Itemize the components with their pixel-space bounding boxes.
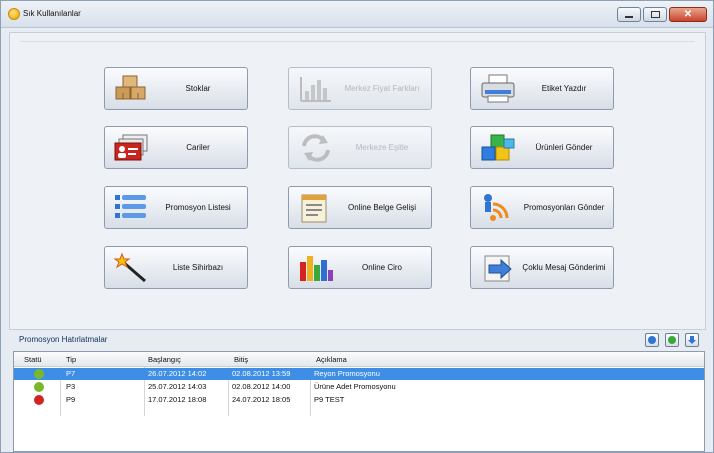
status-dot — [34, 382, 44, 392]
urunleri-gonder-button[interactable]: Ürünleri Gönder — [470, 126, 614, 169]
main-window: Sık Kullanılanlar ✕ Stoklar Cariler Prom… — [0, 0, 714, 453]
down-arrow-icon — [688, 336, 696, 344]
cell-baslangic: 17.07.2012 18:08 — [148, 395, 207, 404]
merkez-fiyat-farklari-label: Merkez Fiyat Farkları — [344, 84, 420, 93]
bar-chart-gray-icon — [300, 77, 331, 102]
window-controls: ✕ — [617, 7, 707, 22]
cell-bitis: 02.08.2012 13:59 — [232, 369, 291, 378]
minimize-icon — [625, 16, 633, 18]
cell-tip: P7 — [66, 369, 76, 378]
app-icon — [8, 8, 20, 20]
merkez-fiyat-farklari-button[interactable]: Merkez Fiyat Farkları — [288, 67, 432, 110]
cell-aciklama: Ürüne Adet Promosyonu — [314, 382, 396, 391]
header-baslangic[interactable]: Başlangıç — [148, 355, 181, 364]
urunleri-gonder-label: Ürünleri Gönder — [535, 143, 593, 152]
close-icon: ✕ — [683, 9, 693, 20]
online-belge-gelisi-label: Online Belge Gelişi — [347, 203, 417, 212]
header-tip[interactable]: Tip — [66, 355, 76, 364]
merkeze-esitle-label: Merkeze Eşitle — [355, 143, 409, 152]
promo-reminders-title: Promosyon Hatırlatmalar — [19, 335, 108, 344]
etiket-yazdir-button[interactable]: Etiket Yazdır — [470, 67, 614, 110]
stoklar-label: Stoklar — [185, 84, 211, 93]
colored-bars-icon — [300, 256, 333, 281]
cell-bitis: 24.07.2012 18:05 — [232, 395, 291, 404]
status-dot — [34, 369, 44, 379]
cell-baslangic: 25.07.2012 14:03 — [148, 382, 207, 391]
refresh-button[interactable] — [665, 333, 679, 347]
online-belge-gelisi-button[interactable]: Online Belge Gelişi — [288, 186, 432, 229]
maximize-button[interactable] — [643, 7, 667, 22]
cell-tip: P3 — [66, 382, 76, 391]
promosyon-listesi-label: Promosyon Listesi — [165, 203, 231, 212]
merkeze-esitle-button[interactable]: Merkeze Eşitle — [288, 126, 432, 169]
etiket-yazdir-label: Etiket Yazdır — [541, 84, 587, 93]
list-icon — [115, 195, 146, 218]
close-button[interactable]: ✕ — [669, 7, 707, 22]
send-arrow-icon — [484, 255, 512, 282]
table-row[interactable]: P3 25.07.2012 14:03 02.08.2012 14:00 Ürü… — [14, 381, 704, 393]
cell-baslangic: 26.07.2012 14:02 — [148, 369, 207, 378]
liste-sihirbazi-label: Liste Sihirbazı — [172, 263, 224, 272]
document-icon — [301, 194, 327, 223]
header-statu[interactable]: Statü — [24, 355, 42, 364]
printer-icon — [481, 74, 515, 103]
window-title: Sık Kullanılanlar — [23, 9, 81, 18]
promo-reminders-table: Statü Tip Başlangıç Bitiş Açıklama P7 26… — [13, 351, 705, 452]
promosyon-listesi-button[interactable]: Promosyon Listesi — [104, 186, 248, 229]
table-row[interactable]: P7 26.07.2012 14:02 02.08.2012 13:59 Rey… — [14, 368, 704, 380]
cubes-icon — [481, 134, 515, 161]
liste-sihirbazi-button[interactable]: Liste Sihirbazı — [104, 246, 248, 289]
coklu-mesaj-gonderimi-label: Çoklu Mesaj Gönderimi — [522, 263, 606, 272]
magic-wand-icon — [113, 252, 146, 283]
boxes-icon — [115, 75, 146, 100]
favorites-panel: Stoklar Cariler Promosyon Listesi Liste … — [9, 32, 706, 330]
cariler-label: Cariler — [186, 143, 210, 152]
cell-aciklama: Reyon Promosyonu — [314, 369, 380, 378]
promo-reminders-header: Promosyon Hatırlatmalar — [9, 331, 704, 348]
rss-person-icon — [484, 194, 509, 221]
online-ciro-label: Online Ciro — [361, 263, 402, 272]
status-dot — [34, 395, 44, 405]
sync-arrows-icon — [302, 134, 330, 162]
online-ciro-button[interactable]: Online Ciro — [288, 246, 432, 289]
header-aciklama[interactable]: Açıklama — [316, 355, 347, 364]
maximize-icon — [651, 11, 660, 18]
cell-aciklama: P9 TEST — [314, 395, 345, 404]
promosyonlari-gonder-label: Promosyonları Gönder — [523, 203, 605, 212]
table-header: Statü Tip Başlangıç Bitiş Açıklama — [14, 352, 704, 367]
person-card-icon — [114, 134, 148, 161]
stoklar-button[interactable]: Stoklar — [104, 67, 248, 110]
promosyonlari-gonder-button[interactable]: Promosyonları Gönder — [470, 186, 614, 229]
cell-tip: P9 — [66, 395, 76, 404]
minimize-button[interactable] — [617, 7, 641, 22]
download-button[interactable] — [685, 333, 699, 347]
cell-bitis: 02.08.2012 14:00 — [232, 382, 291, 391]
cariler-button[interactable]: Cariler — [104, 126, 248, 169]
info-icon — [648, 336, 656, 344]
title-bar: Sık Kullanılanlar ✕ — [1, 1, 713, 28]
table-row[interactable]: P9 17.07.2012 18:08 24.07.2012 18:05 P9 … — [14, 394, 704, 406]
header-bitis[interactable]: Bitiş — [234, 355, 248, 364]
info-button[interactable] — [645, 333, 659, 347]
divider — [20, 41, 695, 42]
refresh-icon — [668, 336, 676, 344]
coklu-mesaj-gonderimi-button[interactable]: Çoklu Mesaj Gönderimi — [470, 246, 614, 289]
